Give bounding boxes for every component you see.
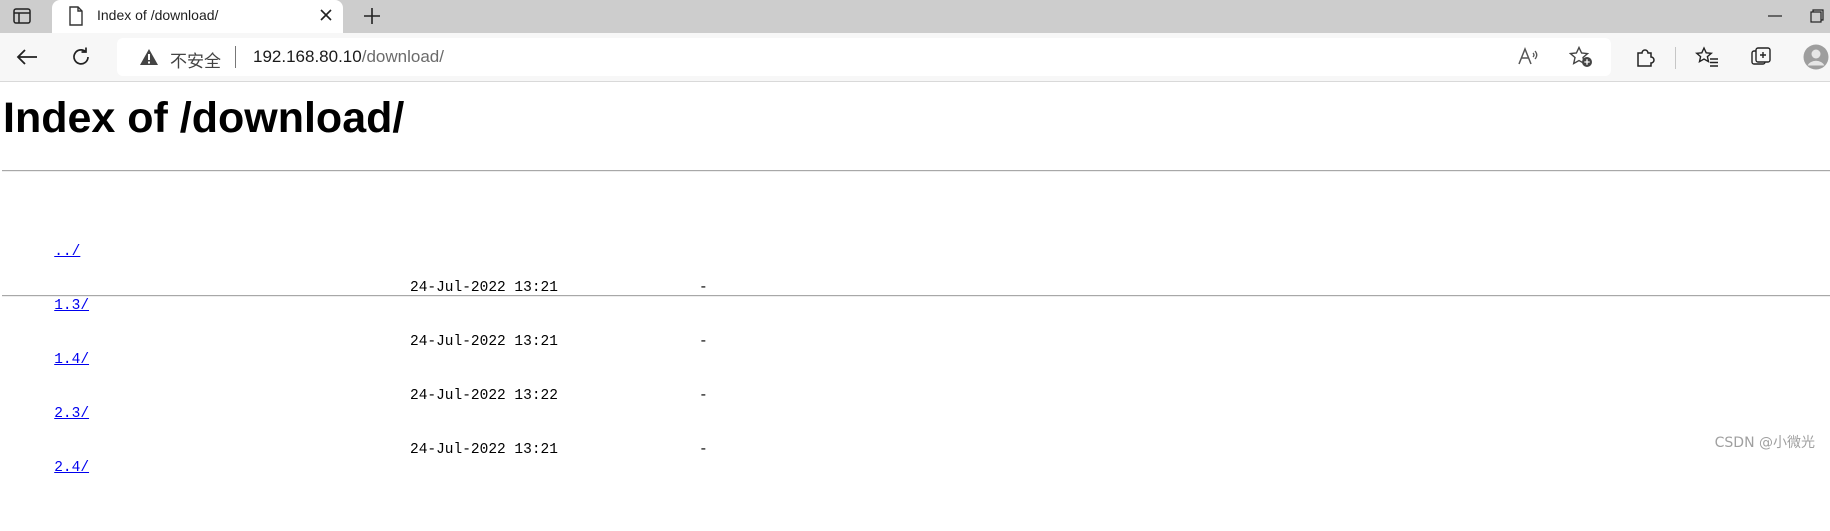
page-title: Index of /download/ [3,94,405,142]
favorites-icon [1695,46,1718,67]
tab-title: Index of /download/ [97,7,219,23]
refresh-icon [73,47,89,65]
extensions-button[interactable] [1629,41,1661,73]
list-item: 2.4/ 24-Jul-2022 13:21 - [2,441,802,476]
entry-date: 24-Jul-2022 13:22 [410,388,558,404]
top-divider [2,170,1830,172]
tab-actions-icon [13,8,31,24]
entry-size: - [699,388,708,404]
add-favorite-icon[interactable] [1569,46,1593,68]
url-path: /download/ [361,47,444,66]
entry-size: - [699,334,708,350]
extensions-icon [1637,49,1655,67]
list-item: ../ [2,225,802,260]
minimize-button[interactable] [1760,4,1790,28]
entry-size: - [699,442,708,458]
restore-icon [1810,9,1824,23]
refresh-button[interactable] [65,41,97,73]
collections-icon [1751,47,1771,65]
parent-directory-link[interactable]: ../ [54,244,80,260]
list-item: 2.3/ 24-Jul-2022 13:22 - [2,387,802,422]
back-button[interactable] [11,41,43,73]
page-icon [69,6,83,26]
favorites-button[interactable] [1691,41,1723,73]
entry-link[interactable]: 1.4/ [54,352,89,368]
close-icon[interactable] [318,7,334,23]
toolbar-divider [1675,47,1676,69]
profile-icon [1803,44,1829,70]
active-tab[interactable]: Index of /download/ [52,0,343,33]
entry-link[interactable]: 2.4/ [54,460,89,476]
tab-actions-button[interactable] [6,2,38,30]
list-item: 1.4/ 24-Jul-2022 13:21 - [2,333,802,368]
minimize-icon [1768,15,1782,17]
url-text[interactable]: 192.168.80.10/download/ [253,47,444,67]
read-aloud-icon[interactable] [1517,46,1539,68]
entry-date: 24-Jul-2022 13:21 [410,442,558,458]
restore-button[interactable] [1810,4,1830,28]
watermark: CSDN @小微光 [1714,435,1815,451]
warning-icon [140,49,158,65]
entry-date: 24-Jul-2022 13:21 [410,334,558,350]
entry-link[interactable]: 2.3/ [54,406,89,422]
new-tab-button[interactable] [358,2,386,30]
plus-icon [364,8,380,24]
back-arrow-icon [16,49,37,65]
collections-button[interactable] [1745,41,1777,73]
directory-listing: ../ 1.3/ 24-Jul-2022 13:21 - 1.4/ 24-Jul… [2,189,802,495]
profile-button[interactable] [1800,41,1830,73]
address-separator [235,46,236,68]
url-host: 192.168.80.10 [253,47,362,66]
bottom-divider [2,295,1830,297]
address-bar[interactable]: 不安全 192.168.80.10/download/ [117,38,1611,76]
browser-toolbar: 不安全 192.168.80.10/download/ [0,33,1830,82]
tab-strip: Index of /download/ [0,0,1830,33]
entry-link[interactable]: 1.3/ [54,298,89,314]
security-label[interactable]: 不安全 [170,47,221,72]
